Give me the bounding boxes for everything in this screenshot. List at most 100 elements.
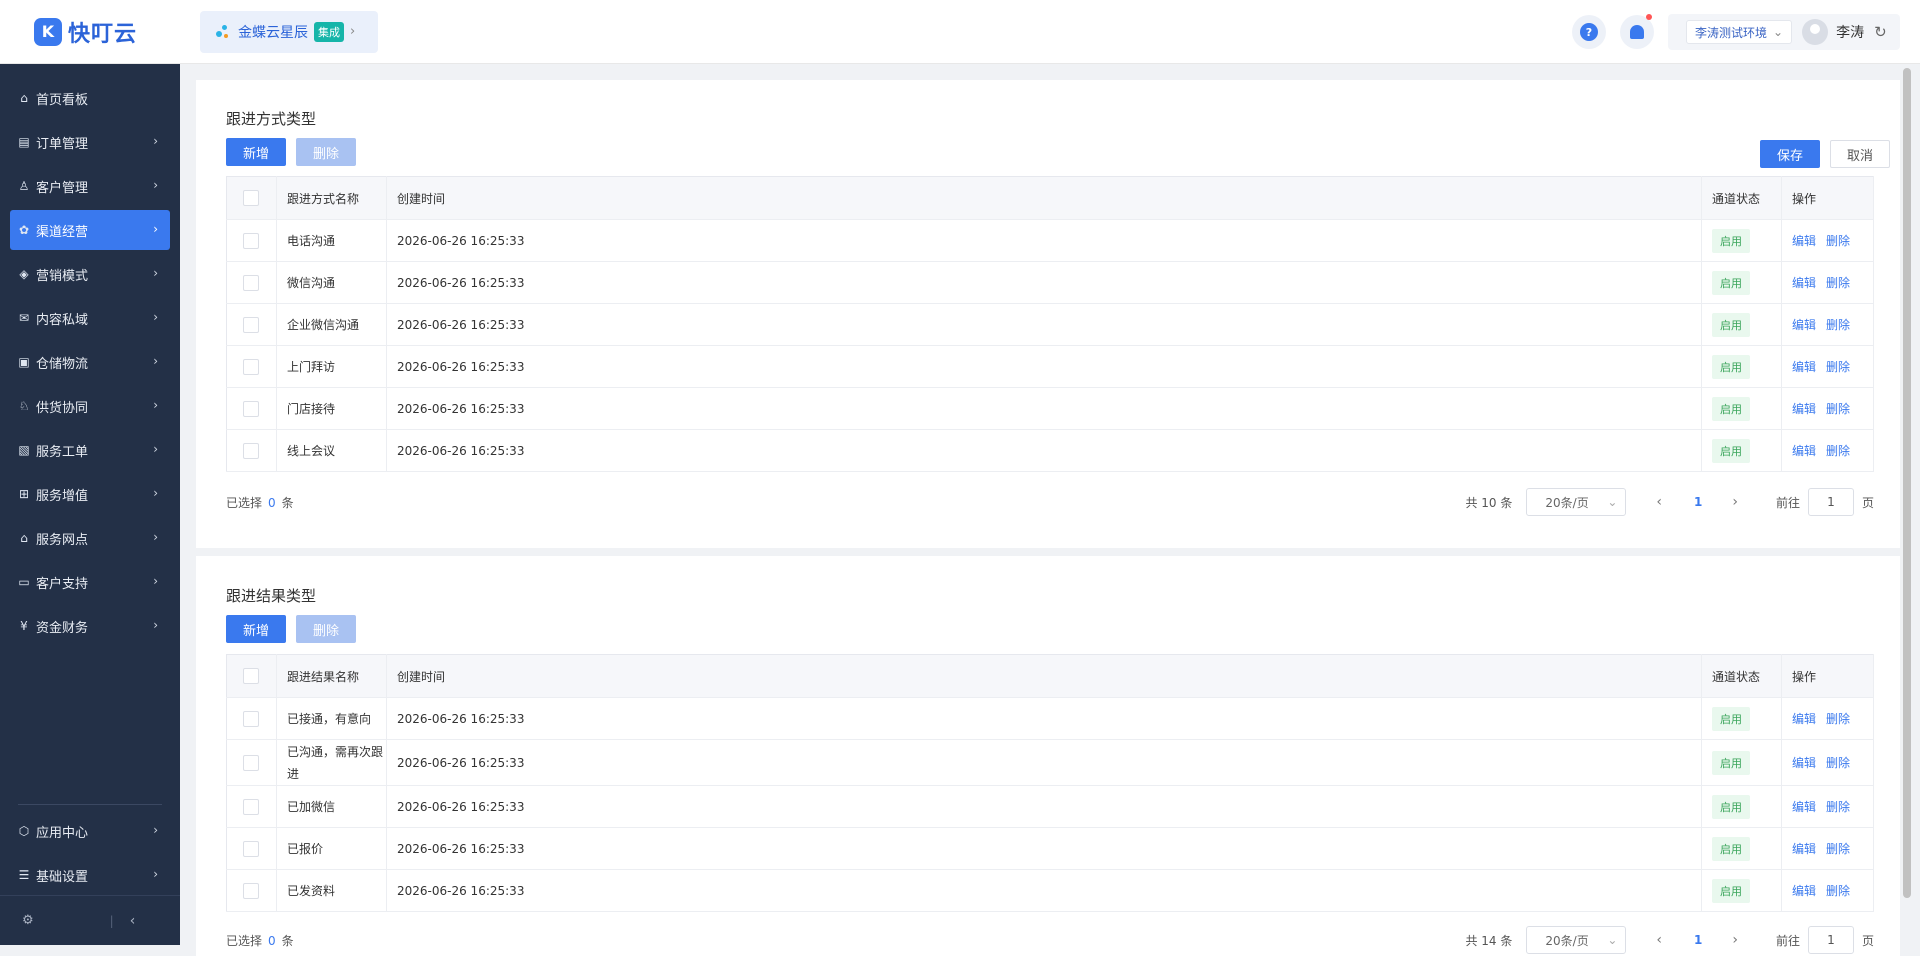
edit-link[interactable]: 编辑 xyxy=(1792,402,1816,416)
sidebar-item-channels[interactable]: ✿ 渠道经营 › xyxy=(10,210,170,250)
sidebar-item-customers[interactable]: ♙ 客户管理 › xyxy=(10,166,170,206)
delete-link[interactable]: 删除 xyxy=(1826,756,1850,770)
next-page-icon[interactable]: › xyxy=(1732,932,1738,948)
notification-button[interactable] xyxy=(1620,14,1654,49)
delete-button[interactable]: 删除 xyxy=(296,615,356,643)
row-checkbox[interactable] xyxy=(243,358,259,375)
delete-link[interactable]: 删除 xyxy=(1826,842,1850,856)
status-badge: 启用 xyxy=(1712,836,1750,861)
select-all-checkbox[interactable] xyxy=(243,190,259,206)
row-checkbox[interactable] xyxy=(243,316,259,333)
row-checkbox[interactable] xyxy=(243,882,259,899)
sidebar-item-orders[interactable]: ▤ 订单管理 › xyxy=(10,122,170,162)
page-scrollbar[interactable] xyxy=(1901,64,1913,898)
row-checkbox[interactable] xyxy=(243,400,259,417)
add-button[interactable]: 新增 xyxy=(226,138,286,166)
sidebar: ⌂ 首页看板 ▤ 订单管理 › ♙ 客户管理 › ✿ 渠道经营 › ◈ 营销模式… xyxy=(0,64,180,945)
delete-link[interactable]: 删除 xyxy=(1826,276,1850,290)
edit-link[interactable]: 编辑 xyxy=(1792,444,1816,458)
selected-count: 0 xyxy=(268,933,276,948)
edit-link[interactable]: 编辑 xyxy=(1792,276,1816,290)
table-row: 微信沟通 2026-06-26 16:25:33 启用 编辑 删除 xyxy=(226,261,1874,304)
chevron-right-icon: › xyxy=(153,178,158,192)
sidebar-item-finance[interactable]: ¥ 资金财务 › xyxy=(10,606,170,646)
row-checkbox[interactable] xyxy=(243,710,259,727)
edit-link[interactable]: 编辑 xyxy=(1792,756,1816,770)
row-checkbox[interactable] xyxy=(243,840,259,857)
sidebar-item-marketing[interactable]: ◈ 营销模式 › xyxy=(10,254,170,294)
row-checkbox[interactable] xyxy=(243,798,259,815)
page-size-select[interactable]: 20条/页 ⌄ xyxy=(1526,926,1627,954)
sidebar-item-dashboard[interactable]: ⌂ 首页看板 xyxy=(10,78,170,118)
pagination-bar: 已选择 0 条 共 14 条 20条/页 ⌄ ‹ 1 › 前往 1 页 xyxy=(226,926,1874,954)
row-checkbox[interactable] xyxy=(243,442,259,459)
page-size-select[interactable]: 20条/页 ⌄ xyxy=(1526,488,1627,516)
scrollbar-thumb[interactable] xyxy=(1903,68,1911,898)
sidebar-item-content[interactable]: ✉ 内容私域 › xyxy=(10,298,170,338)
delete-link[interactable]: 删除 xyxy=(1826,884,1850,898)
chevron-right-icon: › xyxy=(153,222,158,236)
cancel-button[interactable]: 取消 xyxy=(1830,140,1890,168)
sidebar-item-supply[interactable]: ♘ 供货协同 › xyxy=(10,386,170,426)
goto-page-input[interactable]: 1 xyxy=(1807,926,1854,954)
save-button[interactable]: 保存 xyxy=(1760,140,1820,168)
yen-icon: ¥ xyxy=(20,619,28,633)
row-checkbox[interactable] xyxy=(243,232,259,249)
collapse-icon[interactable]: ‹ xyxy=(130,913,136,929)
next-page-icon[interactable]: › xyxy=(1732,494,1738,510)
edit-link[interactable]: 编辑 xyxy=(1792,842,1816,856)
edit-link[interactable]: 编辑 xyxy=(1792,318,1816,332)
sidebar-item-service-points[interactable]: ⌂ 服务网点 › xyxy=(10,518,170,558)
app-logo[interactable]: K 快叮云 xyxy=(0,0,180,64)
delete-link[interactable]: 删除 xyxy=(1826,444,1850,458)
edit-link[interactable]: 编辑 xyxy=(1792,360,1816,374)
delete-link[interactable]: 删除 xyxy=(1826,318,1850,332)
avatar[interactable] xyxy=(1802,19,1829,45)
sidebar-item-support[interactable]: ▭ 客户支持 › xyxy=(10,562,170,602)
add-button[interactable]: 新增 xyxy=(226,615,286,643)
sidebar-item-label: 首页看板 xyxy=(36,92,89,108)
table-row: 已加微信 2026-06-26 16:25:33 启用 编辑 删除 xyxy=(226,785,1874,828)
edit-link[interactable]: 编辑 xyxy=(1792,234,1816,248)
prev-page-icon[interactable]: ‹ xyxy=(1656,932,1662,948)
top-bar: K 快叮云 金蝶云星辰 集成 › ? 李涛测试环境 ⌄ 李涛 ↻ xyxy=(0,0,1920,64)
sidebar-item-app-center[interactable]: ⬡ 应用中心 › xyxy=(10,811,170,851)
page-unit: 页 xyxy=(1861,495,1874,510)
user-name[interactable]: 李涛 xyxy=(1836,22,1864,42)
prev-page-icon[interactable]: ‹ xyxy=(1656,494,1662,510)
refresh-icon[interactable]: ↻ xyxy=(1874,23,1887,41)
row-created-time: 2026-06-26 16:25:33 xyxy=(386,827,1702,870)
goto-page-input[interactable]: 1 xyxy=(1807,488,1854,516)
delete-link[interactable]: 删除 xyxy=(1826,712,1850,726)
current-page[interactable]: 1 xyxy=(1694,495,1702,509)
kingdee-integration-tag[interactable]: 金蝶云星辰 集成 › xyxy=(200,10,378,53)
sidebar-item-label: 订单管理 xyxy=(36,136,89,152)
sidebar-item-warehouse[interactable]: ▣ 仓储物流 › xyxy=(10,342,170,382)
environment-select[interactable]: 李涛测试环境 ⌄ xyxy=(1686,20,1793,44)
status-badge: 启用 xyxy=(1712,270,1750,295)
select-all-checkbox[interactable] xyxy=(243,668,259,684)
sidebar-item-value-added[interactable]: ⊞ 服务增值 › xyxy=(10,474,170,514)
row-checkbox[interactable] xyxy=(243,274,259,291)
row-checkbox[interactable] xyxy=(243,754,259,771)
delete-link[interactable]: 删除 xyxy=(1826,402,1850,416)
row-name: 已接通，有意向 xyxy=(276,697,387,740)
edit-link[interactable]: 编辑 xyxy=(1792,800,1816,814)
sidebar-item-label: 资金财务 xyxy=(36,620,89,636)
table-row: 已发资料 2026-06-26 16:25:33 启用 编辑 删除 xyxy=(226,869,1874,912)
edit-link[interactable]: 编辑 xyxy=(1792,712,1816,726)
sidebar-item-label: 渠道经营 xyxy=(36,224,89,240)
delete-link[interactable]: 删除 xyxy=(1826,360,1850,374)
delete-button[interactable]: 删除 xyxy=(296,138,356,166)
chevron-down-icon: ⌄ xyxy=(1773,25,1784,39)
sidebar-item-settings[interactable]: ☰ 基础设置 › xyxy=(10,855,170,895)
sidebar-item-service-tickets[interactable]: ▧ 服务工单 › xyxy=(10,430,170,470)
gear-icon[interactable]: ⚙ xyxy=(22,913,34,928)
edit-link[interactable]: 编辑 xyxy=(1792,884,1816,898)
help-button[interactable]: ? xyxy=(1572,15,1606,49)
sidebar-item-label: 内容私域 xyxy=(36,312,89,328)
column-header: 操作 xyxy=(1781,176,1874,220)
delete-link[interactable]: 删除 xyxy=(1826,234,1850,248)
delete-link[interactable]: 删除 xyxy=(1826,800,1850,814)
integration-badge: 集成 xyxy=(314,21,344,42)
